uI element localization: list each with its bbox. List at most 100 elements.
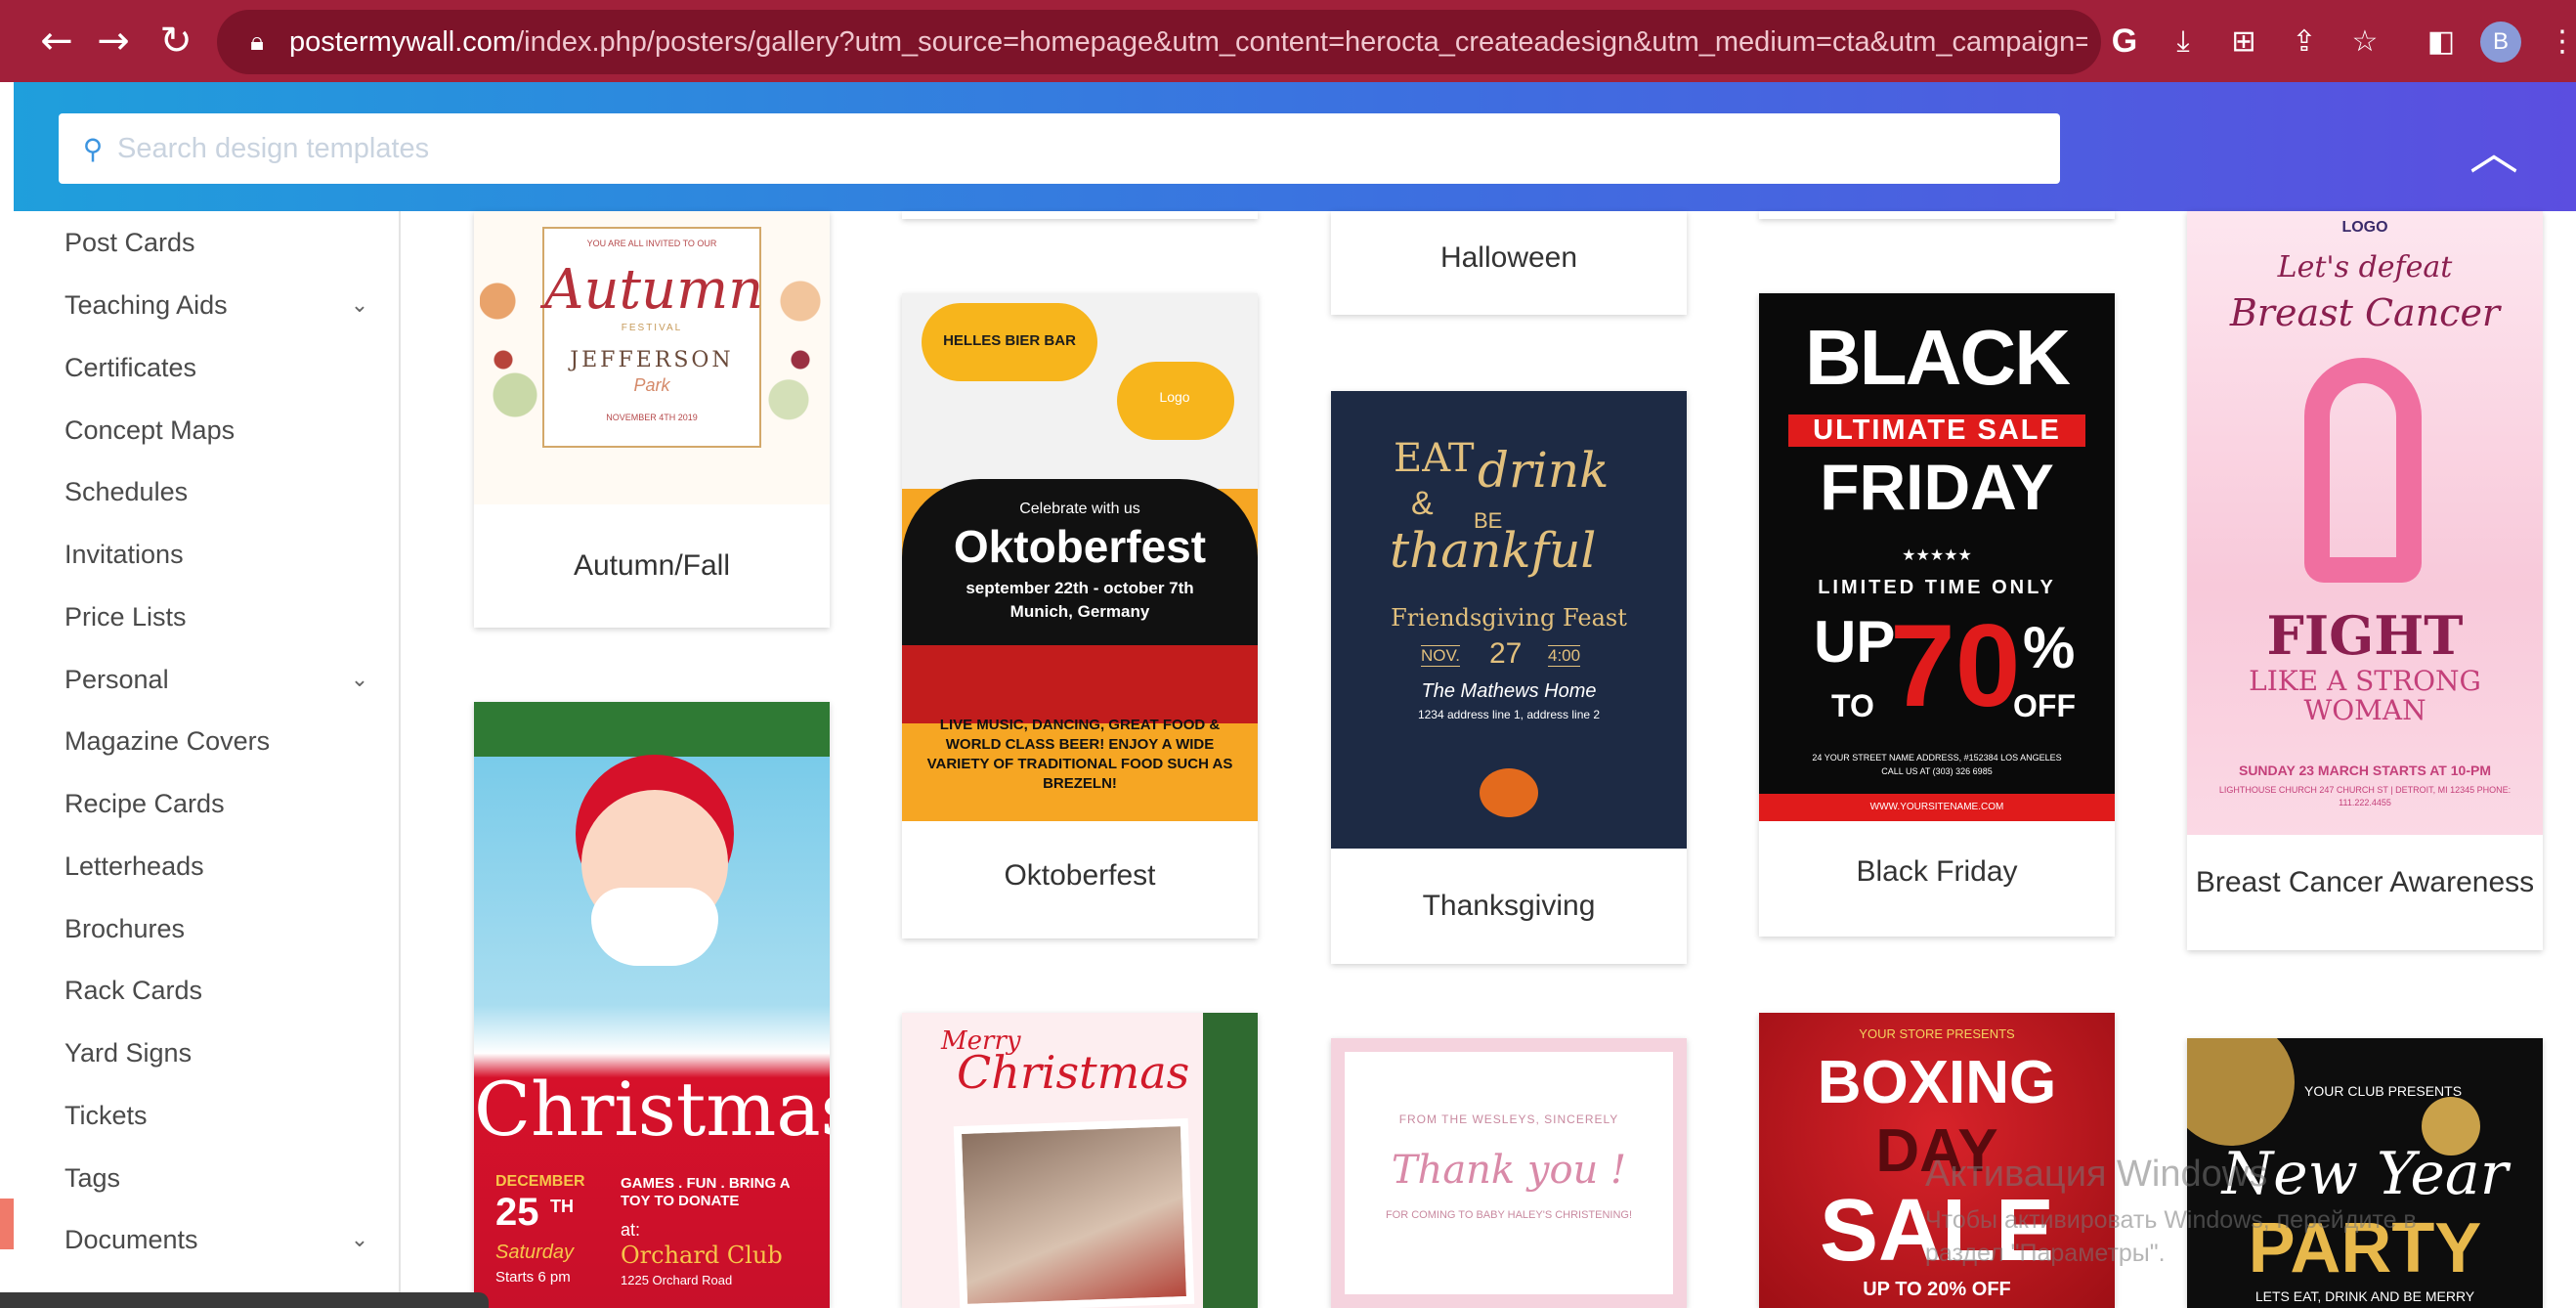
pine-garland	[474, 702, 830, 757]
sidebar-item-tickets[interactable]: Tickets	[64, 1096, 393, 1135]
family-photo	[953, 1117, 1195, 1308]
sidebar-item-documents[interactable]: Documents ⌄	[64, 1220, 393, 1259]
sidebar-item-invitations[interactable]: Invitations	[64, 535, 393, 574]
poster-text: %	[2023, 615, 2076, 680]
side-tab[interactable]	[0, 1199, 14, 1249]
side-panel-icon[interactable]: ◧	[2420, 20, 2463, 63]
lock-icon[interactable]: 🔒︎	[242, 27, 272, 57]
sidebar-item-post-cards[interactable]: Post Cards	[64, 223, 393, 262]
back-arrow-icon[interactable]: ←	[29, 14, 84, 68]
poster-text: Saturday	[495, 1242, 575, 1263]
template-card-thanksgiving[interactable]: EAT drink & BE thankful Friendsgiving Fe…	[1331, 391, 1687, 964]
chevron-down-icon[interactable]: ⌄	[346, 291, 373, 319]
search-input[interactable]	[117, 119, 2052, 178]
chevron-down-icon[interactable]: ⌄	[346, 1226, 373, 1253]
poster-text: Logo	[1159, 389, 1190, 405]
address-bar[interactable]: 🔒︎ postermywall.com/index.php/posters/ga…	[217, 10, 2101, 74]
poster-text: Let's defeat	[2277, 250, 2453, 284]
bookmark-star-icon[interactable]: ☆	[2343, 20, 2386, 63]
sidebar-item-personal[interactable]: Personal ⌄	[64, 660, 393, 699]
watermark-text: раздел "Параметры".	[1925, 1240, 2166, 1267]
sidebar-item-brochures[interactable]: Brochures	[64, 909, 393, 948]
sidebar-item-price-lists[interactable]: Price Lists	[64, 597, 393, 636]
sidebar-item-magazine-covers[interactable]: Magazine Covers	[64, 721, 393, 761]
poster-text: LIGHTHOUSE CHURCH 247 CHURCH ST | DETROI…	[2218, 785, 2512, 807]
card-label[interactable]: Halloween	[1331, 211, 1687, 315]
poster-text: Park	[633, 375, 670, 395]
card-label[interactable]: Black Friday	[1759, 821, 2115, 937]
sidebar-item-schedules[interactable]: Schedules	[64, 472, 393, 511]
pink-ribbon-icon	[2304, 358, 2422, 583]
poster-text: FESTIVAL	[621, 323, 683, 333]
card-label[interactable]: Thanksgiving	[1331, 849, 1687, 964]
browser-toolbar: ← → ↻ 🔒︎ postermywall.com/index.php/post…	[0, 0, 2576, 82]
template-card-breast-cancer[interactable]: LOGO Let's defeat Breast Cancer FIGHT LI…	[2187, 211, 2543, 950]
gold-circle	[2187, 1038, 2295, 1146]
poster-text: ULTIMATE SALE	[1788, 414, 2085, 447]
poster-merry-christmas: Merry Christmas	[902, 1013, 1258, 1308]
template-card-black-friday[interactable]: BLACK ULTIMATE SALE FRIDAY ★★★★★ LIMITED…	[1759, 293, 2115, 937]
sidebar-item-letterheads[interactable]: Letterheads	[64, 847, 393, 886]
sidebar-item-certificates[interactable]: Certificates	[64, 348, 393, 387]
sidebar-item-rack-cards[interactable]: Rack Cards	[64, 971, 393, 1010]
leaf-decoration	[765, 231, 824, 465]
template-card-halloween[interactable]: Halloween	[1331, 211, 1687, 315]
sidebar-item-recipe-cards[interactable]: Recipe Cards	[64, 784, 393, 823]
template-card[interactable]	[902, 211, 1258, 219]
holly-decoration	[1203, 1013, 1258, 1308]
poster-christmas: Christmas DECEMBER 25 TH Saturday Starts…	[474, 702, 830, 1308]
install-icon[interactable]: ⤓	[2162, 20, 2205, 63]
poster-text: FOR COMING TO BABY HALEY'S CHRISTENING!	[1385, 1209, 1633, 1221]
card-label[interactable]: Oktoberfest	[902, 821, 1258, 938]
poster-title: Oktoberfest	[953, 521, 1207, 572]
translate-icon[interactable]: ⊞	[2222, 20, 2265, 63]
forward-arrow-icon[interactable]: →	[86, 14, 141, 68]
search-box[interactable]: ⚲	[59, 113, 2060, 184]
chevron-down-icon[interactable]: ⌄	[346, 666, 373, 693]
template-card[interactable]	[1759, 211, 2115, 219]
poster-breast-cancer: LOGO Let's defeat Breast Cancer FIGHT LI…	[2187, 211, 2543, 835]
share-icon[interactable]: ⇪	[2283, 20, 2326, 63]
poster-text: september 22th - october 7th	[966, 579, 1194, 597]
poster-text: Starts 6 pm	[495, 1269, 571, 1286]
card-label[interactable]: Breast Cancer Awareness	[2187, 835, 2543, 950]
poster-text: The Mathews Home	[1421, 680, 1597, 702]
poster-text: HELLES BIER BAR	[943, 332, 1076, 349]
poster-text: TO	[1831, 688, 1874, 723]
card-label[interactable]: Autumn/Fall	[474, 504, 830, 628]
poster-thanksgiving: EAT drink & BE thankful Friendsgiving Fe…	[1331, 391, 1687, 849]
poster-text: SUNDAY 23 MARCH STARTS AT 10-PM	[2238, 763, 2491, 778]
pumpkin-icon	[1480, 768, 1538, 817]
sidebar-item-concept-maps[interactable]: Concept Maps	[64, 411, 393, 450]
sidebar-item-tags[interactable]: Tags	[64, 1158, 393, 1198]
template-card-christmas[interactable]: Christmas DECEMBER 25 TH Saturday Starts…	[474, 702, 830, 1308]
poster-text: EAT	[1394, 436, 1475, 481]
sidebar-item-yard-signs[interactable]: Yard Signs	[64, 1033, 393, 1072]
profile-avatar[interactable]: B	[2480, 22, 2521, 63]
template-card-autumn[interactable]: YOU ARE ALL INVITED TO OUR Autumn FESTIV…	[474, 211, 830, 628]
poster-text: YOUR CLUB PRESENTS	[2304, 1083, 2463, 1099]
sidebar-item-teaching-aids[interactable]: Teaching Aids ⌄	[64, 285, 393, 325]
menu-kebab-icon[interactable]: ⋮	[2541, 20, 2576, 63]
chevron-up-icon[interactable]: ︿	[2467, 121, 2521, 181]
poster-text: Celebrate with us	[1019, 501, 1140, 517]
poster-text: DECEMBER	[495, 1173, 585, 1190]
template-card-thank-you[interactable]: FROM THE WESLEYS, SINCERELY Thank you ! …	[1331, 1038, 1687, 1308]
poster-text: YOU ARE ALL INVITED TO OUR	[586, 239, 717, 248]
poster-text: Munich, Germany	[1009, 602, 1150, 621]
santa-beard	[591, 888, 718, 966]
poster-text: at:	[621, 1220, 641, 1240]
poster-text: 27	[1489, 637, 1523, 670]
status-bar	[0, 1292, 489, 1308]
poster-text: 1225 Orchard Road	[621, 1273, 733, 1287]
watermark-text: Чтобы активировать Windows, перейдите в	[1925, 1206, 2417, 1234]
template-card-merry-christmas[interactable]: Merry Christmas	[902, 1013, 1258, 1308]
google-icon[interactable]: G	[2103, 20, 2146, 63]
poster-title: Christmas	[957, 1046, 1190, 1099]
poster-text: Friendsgiving Feast	[1391, 604, 1627, 632]
template-card-oktoberfest[interactable]: HELLES BIER BAR Logo Celebrate with us O…	[902, 293, 1258, 938]
poster-oktoberfest: HELLES BIER BAR Logo Celebrate with us O…	[902, 293, 1258, 821]
reload-icon[interactable]: ↻	[149, 14, 203, 68]
poster-text: JEFFERSON	[570, 348, 734, 372]
url-text[interactable]: postermywall.com/index.php/posters/galle…	[289, 26, 2087, 59]
